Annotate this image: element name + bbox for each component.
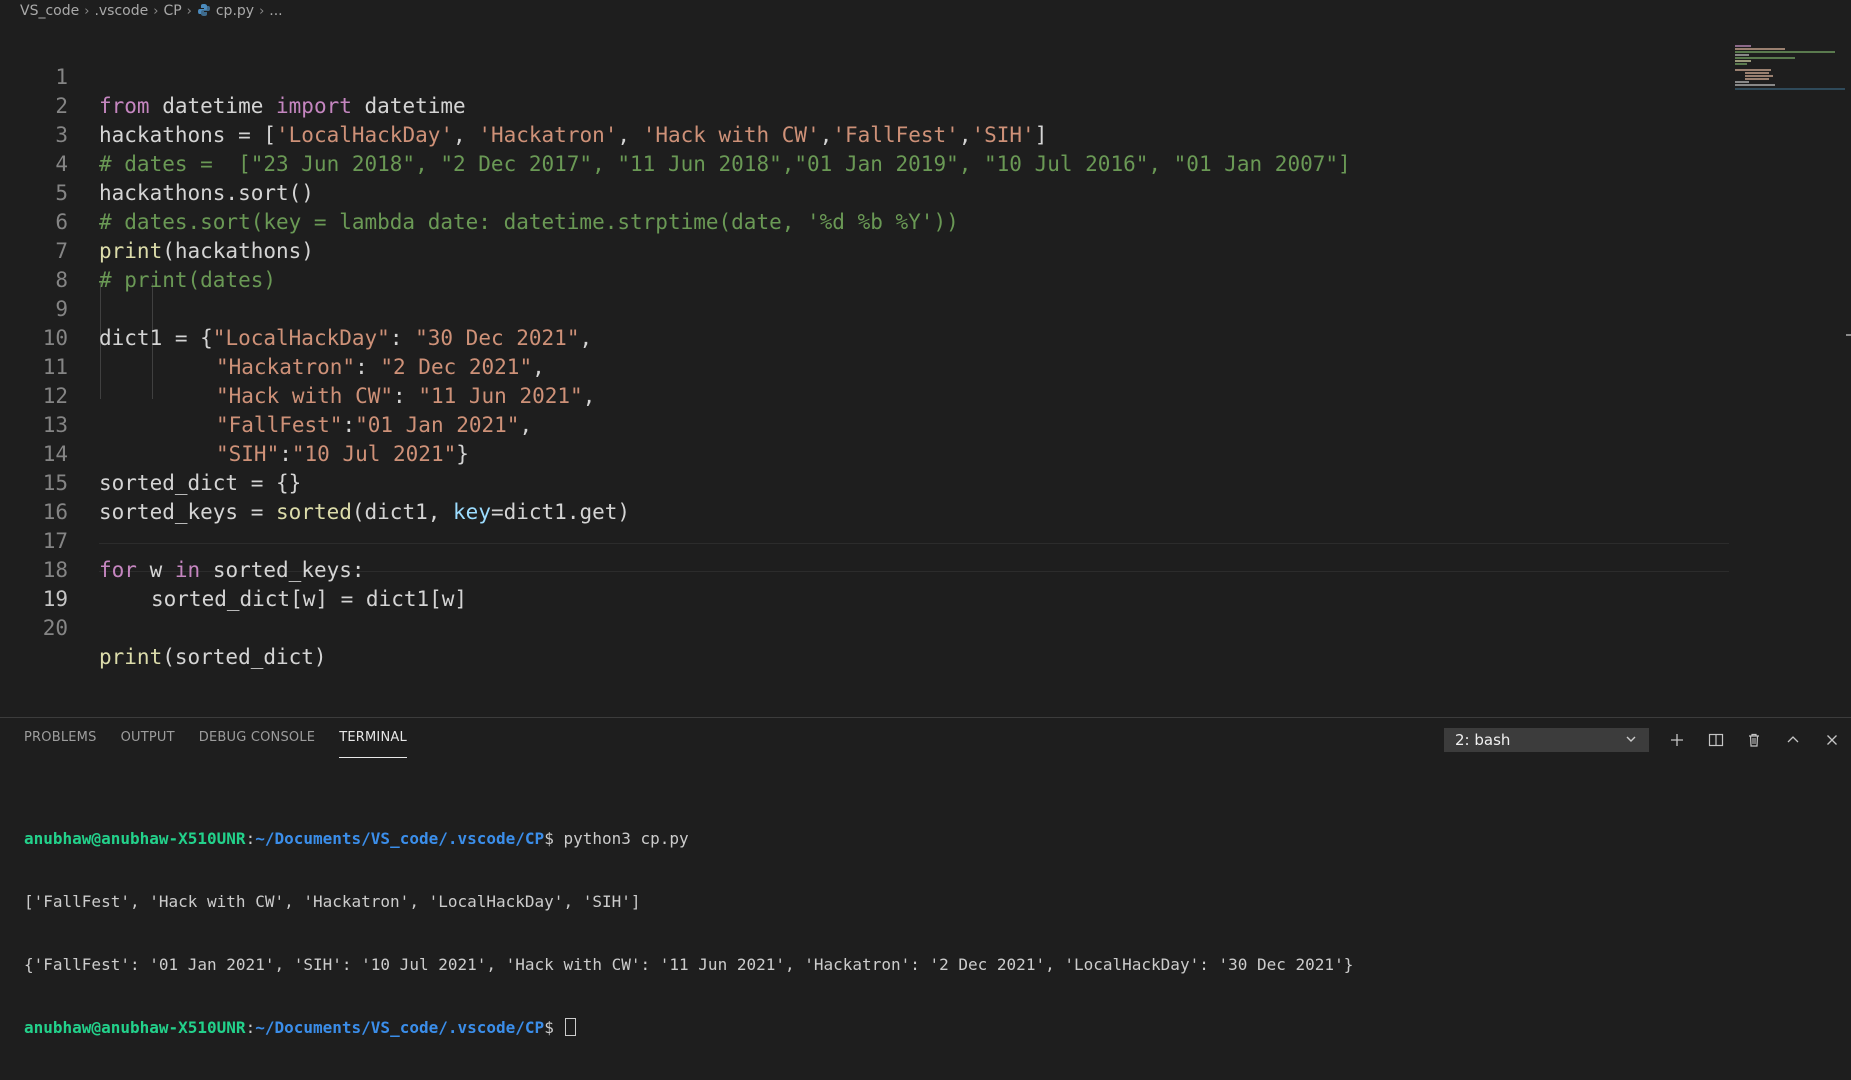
minimap-line xyxy=(1735,48,1785,50)
terminal-path: ~/Documents/VS_code/.vscode/CP xyxy=(255,1018,545,1037)
breadcrumb-item-dotvscode-folder[interactable]: .vscode xyxy=(94,3,148,19)
chevron-right-icon: › xyxy=(153,3,159,19)
terminal-selector[interactable]: 2: bash xyxy=(1444,728,1649,752)
minimap-line xyxy=(1745,72,1769,74)
maximize-panel-button[interactable] xyxy=(1781,728,1805,752)
minimap-viewport xyxy=(1735,88,1845,90)
kill-terminal-button[interactable] xyxy=(1742,728,1766,752)
terminal-command: python3 cp.py xyxy=(563,829,689,848)
code-line: 20 print(sorted_dict) xyxy=(0,585,1730,669)
breadcrumb-item-file[interactable]: cp.py xyxy=(197,3,254,19)
plus-icon xyxy=(1671,734,1683,746)
minimap-line xyxy=(1735,54,1749,56)
line-number: 20 xyxy=(42,616,68,640)
minimap-line xyxy=(1735,60,1751,62)
split-terminal-button[interactable] xyxy=(1704,728,1728,752)
minimap-line xyxy=(1735,81,1749,83)
code-line: 13 "SIH":"10 Jul 2021"} xyxy=(0,382,1730,466)
chevron-right-icon: › xyxy=(186,3,192,19)
breadcrumb-item-cp-folder[interactable]: CP xyxy=(163,3,181,19)
code-line: 4 hackathons.sort() xyxy=(0,121,1730,205)
code-line: 15 sorted_keys = sorted(dict1, key=dict1… xyxy=(0,440,1730,524)
minimap[interactable] xyxy=(1733,44,1845,90)
code-line: 9 dict1 = {"LocalHackDay": "30 Dec 2021"… xyxy=(0,266,1730,350)
code-line: 10 "Hackatron": "2 Dec 2021", xyxy=(0,295,1730,379)
chevron-right-icon: › xyxy=(84,3,90,19)
scrollbar-marker xyxy=(1846,334,1851,336)
tab-terminal[interactable]: TERMINAL xyxy=(339,718,407,758)
terminal-line: anubhaw@anubhaw-X510UNR:~/Documents/VS_c… xyxy=(24,829,689,848)
terminal-cursor xyxy=(565,1018,577,1036)
terminal[interactable]: anubhaw@anubhaw-X510UNR:~/Documents/VS_c… xyxy=(24,786,1353,1080)
breadcrumb-item-symbols[interactable]: ... xyxy=(269,3,282,19)
split-icon xyxy=(1708,733,1724,747)
minimap-line xyxy=(1735,69,1771,71)
code-line: 6 print(hackathons) xyxy=(0,179,1730,263)
code-line: 17 for w in sorted_keys: xyxy=(0,498,1730,582)
chevron-right-icon: › xyxy=(259,3,265,19)
bottom-panel: PROBLEMS OUTPUT DEBUG CONSOLE TERMINAL 2… xyxy=(0,717,1851,1037)
add-terminal-button[interactable] xyxy=(1665,728,1689,752)
terminal-output: {'FallFest': '01 Jan 2021', 'SIH': '10 J… xyxy=(24,955,1354,974)
terminal-output: ['FallFest', 'Hack with CW', 'Hackatron'… xyxy=(24,892,641,911)
breadcrumb-item-vscode-folder[interactable]: VS_code xyxy=(20,3,79,19)
python-icon xyxy=(197,4,210,16)
minimap-line xyxy=(1745,78,1769,80)
chevron-down-icon xyxy=(1626,736,1636,742)
terminal-path: ~/Documents/VS_code/.vscode/CP xyxy=(255,829,545,848)
minimap-line xyxy=(1735,45,1751,47)
chevron-up-icon xyxy=(1787,736,1799,743)
code-line: 7 # print(dates) xyxy=(0,208,1730,292)
tab-output[interactable]: OUTPUT xyxy=(121,718,175,758)
panel-tabs: PROBLEMS OUTPUT DEBUG CONSOLE TERMINAL xyxy=(24,718,431,758)
code-line: 18 sorted_dict[w] = dict1[w] xyxy=(0,527,1730,611)
code-line: 3 # dates = ["23 Jun 2018", "2 Dec 2017"… xyxy=(0,92,1730,176)
terminal-selector-value: 2: bash xyxy=(1455,731,1511,749)
terminal-user: anubhaw@anubhaw-X510UNR xyxy=(24,829,246,848)
code-line: 8 xyxy=(0,237,1730,292)
minimap-line xyxy=(1735,63,1747,65)
tab-debug-console[interactable]: DEBUG CONSOLE xyxy=(199,718,315,758)
code-line: 1 from datetime import datetime xyxy=(0,34,1730,118)
minimap-line xyxy=(1745,75,1773,77)
code-line: 2 hackathons = ['LocalHackDay', 'Hackatr… xyxy=(0,63,1730,147)
code-line: 11 "Hack with CW": "11 Jun 2021", xyxy=(0,324,1730,408)
code-token: print xyxy=(99,645,163,669)
code-editor[interactable]: 1 from datetime import datetime 2 hackat… xyxy=(0,22,1851,717)
trash-icon xyxy=(1749,733,1759,747)
code-line: 12 "FallFest":"01 Jan 2021", xyxy=(0,353,1730,437)
terminal-line: anubhaw@anubhaw-X510UNR:~/Documents/VS_c… xyxy=(24,1017,1353,1038)
close-panel-button[interactable] xyxy=(1820,728,1844,752)
minimap-line xyxy=(1735,51,1835,53)
terminal-user: anubhaw@anubhaw-X510UNR xyxy=(24,1018,246,1037)
minimap-line xyxy=(1735,57,1795,59)
code-token: (sorted_dict) xyxy=(162,645,327,669)
minimap-line xyxy=(1735,84,1775,86)
code-line: 5 # dates.sort(key = lambda date: dateti… xyxy=(0,150,1730,234)
tab-problems[interactable]: PROBLEMS xyxy=(24,718,97,758)
breadcrumb: VS_code › .vscode › CP › cp.py › ... xyxy=(0,0,1851,22)
code-line: 19 xyxy=(0,556,1730,611)
code-line: 16 xyxy=(0,469,1730,524)
breadcrumb-file-label: cp.py xyxy=(215,3,255,19)
close-icon xyxy=(1827,735,1837,745)
code-line: 14 sorted_dict = {} xyxy=(0,411,1730,495)
